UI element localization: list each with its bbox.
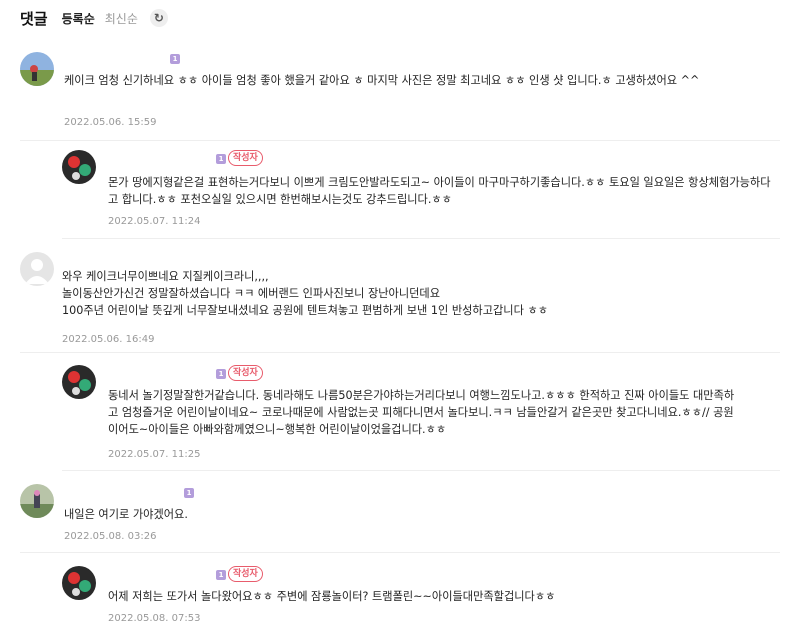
avatar[interactable]	[20, 484, 54, 518]
comment-line: 100주년 어린이날 뜻깊게 너무잘보내셨네요 공원에 텐트쳐놓고 편범하게 보…	[62, 304, 549, 317]
comment-header: 댓글 등록순 최신순 ↻	[20, 8, 168, 28]
divider	[62, 470, 780, 471]
divider	[20, 140, 780, 141]
new-badge: 1	[216, 369, 226, 379]
avatar[interactable]	[20, 52, 54, 86]
reply-item: 1 작성자 동네서 놀기정말잘한거같습니다. 동네라해도 나름50분은가야하는거…	[62, 365, 782, 465]
author-avatar[interactable]	[62, 150, 96, 184]
comment-text: 내일은 여기로 가야겠어요.	[64, 508, 188, 521]
author-avatar[interactable]	[62, 566, 96, 600]
new-badge: 1	[184, 488, 194, 498]
sort-registered-button[interactable]: 등록순	[62, 10, 95, 27]
divider	[20, 552, 780, 553]
comment-text: 동네서 놀기정말잘한거같습니다. 동네라해도 나름50분은가야하는거리다보니 여…	[108, 389, 735, 436]
new-badge: 1	[216, 154, 226, 164]
comment-date: 2022.05.08. 03:26	[64, 531, 157, 542]
comment-date: 2022.05.07. 11:25	[108, 449, 201, 460]
reply-item: 1 작성자 어제 저희는 또가서 놀다왔어요ㅎㅎ 주변에 잠룡놀이터? 트램폴린…	[62, 566, 782, 632]
comment-text: 어제 저희는 또가서 놀다왔어요ㅎㅎ 주변에 잠룡놀이터? 트램폴린~~아이들대…	[108, 590, 556, 603]
divider	[20, 352, 780, 353]
comment-text: 몬가 땅에지형같은걸 표현하는거다보니 이쁘게 크림도안발라도되고~ 아이들이 …	[108, 176, 771, 206]
comment-item: 1 케이크 엄청 신기하네요 ㅎㅎ 아이들 엄청 좋아 했을거 같아요 ㅎ 마지…	[20, 52, 780, 138]
comment-line: 와우 케이크너무이쁘네요 지질케이크라니,,,,	[62, 270, 269, 283]
comment-date: 2022.05.07. 11:24	[108, 216, 201, 227]
author-badge: 작성자	[228, 365, 263, 381]
divider	[62, 238, 780, 239]
sort-latest-button[interactable]: 최신순	[105, 10, 138, 27]
reply-item: 1 작성자 몬가 땅에지형같은걸 표현하는거다보니 이쁘게 크림도안발라도되고~…	[62, 150, 782, 234]
new-badge: 1	[170, 54, 180, 64]
comment-line: 놀이동산안가신건 정말잘하셨습니다 ㅋㅋ 에버랜드 인파사진보니 장난아니던데요	[62, 287, 441, 300]
author-badge: 작성자	[228, 150, 263, 166]
new-badge: 1	[216, 570, 226, 580]
default-avatar[interactable]	[20, 252, 54, 286]
comment-text: 케이크 엄청 신기하네요 ㅎㅎ 아이들 엄청 좋아 했을거 같아요 ㅎ 마지막 …	[64, 74, 700, 87]
comment-text: 와우 케이크너무이쁘네요 지질케이크라니,,,, 놀이동산안가신건 정말잘하셨습…	[62, 268, 774, 319]
comment-date: 2022.05.06. 16:49	[62, 334, 155, 345]
comment-date: 2022.05.06. 15:59	[64, 117, 157, 128]
comment-date: 2022.05.08. 07:53	[108, 613, 201, 624]
comment-item: 와우 케이크너무이쁘네요 지질케이크라니,,,, 놀이동산안가신건 정말잘하셨습…	[20, 252, 780, 346]
comment-item: 1 내일은 여기로 가야겠어요. 2022.05.08. 03:26	[20, 484, 780, 544]
author-avatar[interactable]	[62, 365, 96, 399]
refresh-icon[interactable]: ↻	[149, 9, 168, 27]
comments-title: 댓글	[20, 9, 48, 28]
author-badge: 작성자	[228, 566, 263, 582]
